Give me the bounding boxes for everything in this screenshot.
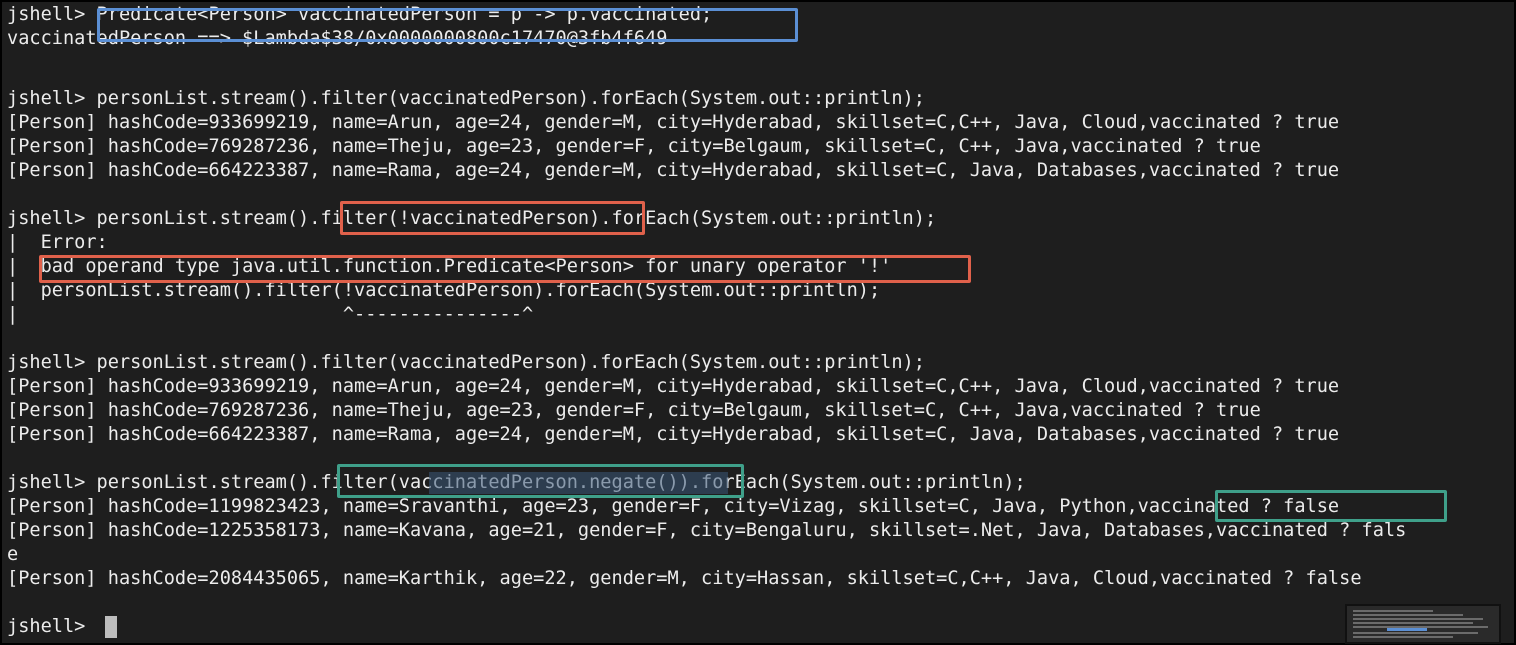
terminal-line: jshell> personList.stream().filter(vacci… (7, 88, 925, 109)
terminal-line: | Error: (7, 232, 108, 253)
terminal-line: e (7, 544, 19, 565)
text-cursor (105, 616, 117, 638)
terminal-prompt: jshell> (7, 616, 97, 637)
highlight-filter-not (340, 201, 645, 235)
terminal-line: [Person] hashCode=933699219, name=Arun, … (7, 376, 1340, 397)
terminal-window[interactable]: jshell> Predicate<Person> vaccinatedPers… (0, 0, 1516, 645)
terminal-line: [Person] hashCode=1199823423, name=Srava… (7, 496, 1340, 517)
highlight-filter-negate (337, 464, 744, 498)
highlight-vaccinated-false (1215, 490, 1447, 522)
terminal-line: [Person] hashCode=664223387, name=Rama, … (7, 160, 1340, 181)
terminal-line: [Person] hashCode=933699219, name=Arun, … (7, 112, 1340, 133)
highlight-predicate-declaration (97, 8, 798, 42)
terminal-line: | ^---------------^ (7, 304, 534, 325)
terminal-line: [Person] hashCode=769287236, name=Theju,… (7, 136, 1261, 157)
terminal-line: [Person] hashCode=2084435065, name=Karth… (7, 568, 1362, 589)
terminal-line: [Person] hashCode=664223387, name=Rama, … (7, 424, 1340, 445)
terminal-line: jshell> personList.stream().filter(vacci… (7, 352, 925, 373)
window-thumbnail[interactable] (1345, 604, 1501, 644)
terminal-line: [Person] hashCode=769287236, name=Theju,… (7, 400, 1261, 421)
highlight-error-message (39, 255, 971, 283)
terminal-line: [Person] hashCode=1225358173, name=Kavan… (7, 520, 1407, 541)
